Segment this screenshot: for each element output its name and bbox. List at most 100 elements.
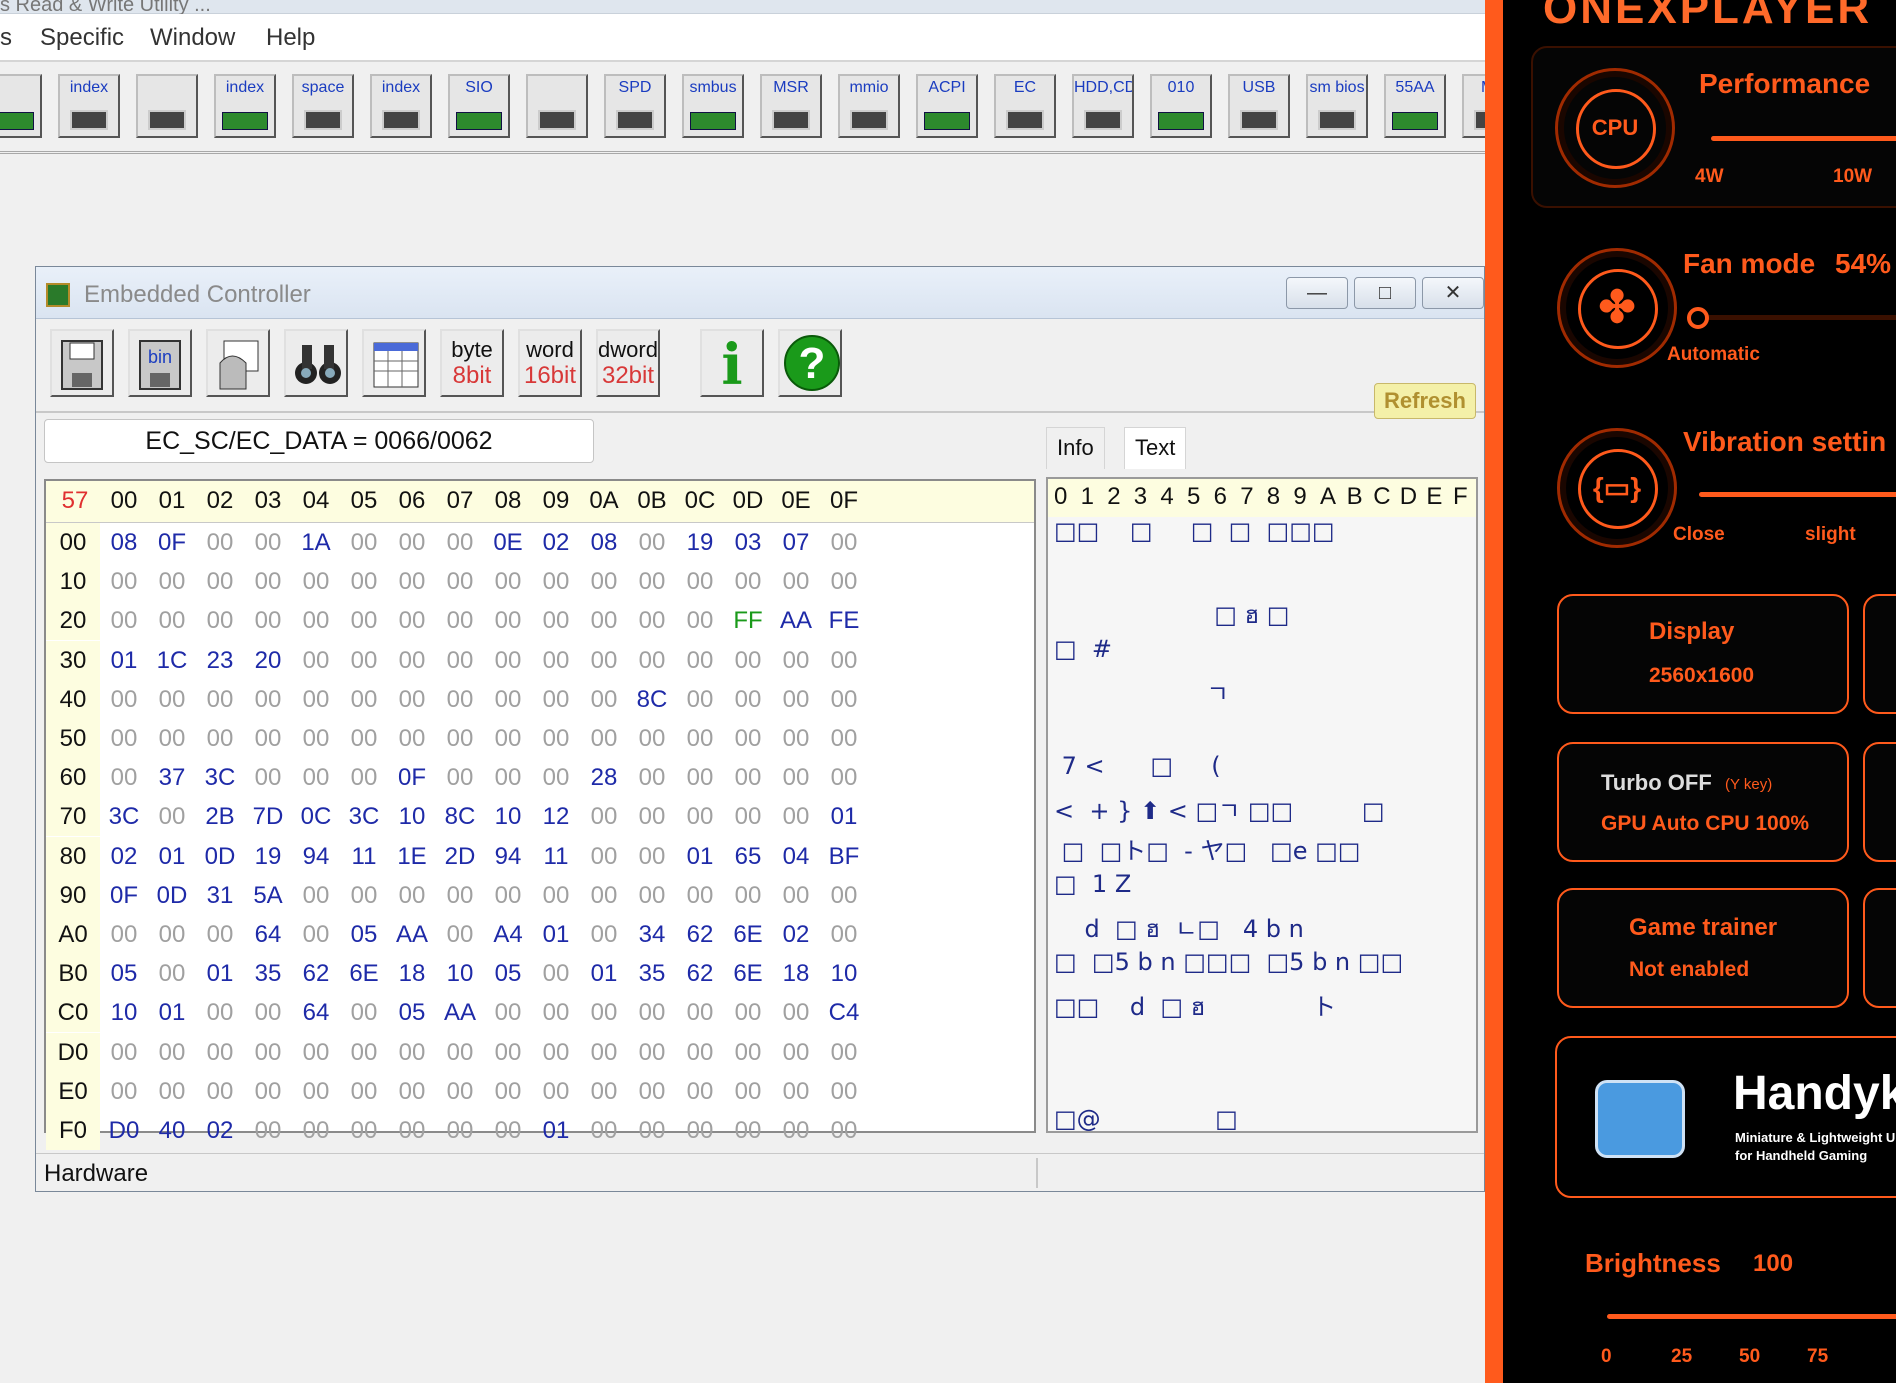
display-value: 2560x1600 — [1649, 664, 1755, 687]
word-label: word — [526, 337, 574, 362]
mp-icon[interactable]: MP — [1462, 74, 1485, 138]
hex-cell[interactable]: 00 — [815, 1072, 873, 1111]
hex-row-address: 60 — [46, 758, 100, 798]
mmio-icon[interactable]: mmio — [838, 74, 900, 138]
text-column-label: F — [1453, 483, 1468, 510]
hex-cell[interactable]: C4 — [815, 993, 873, 1032]
partial-card-2[interactable] — [1863, 742, 1896, 862]
55aa-icon[interactable]: 55AA — [1384, 74, 1446, 138]
menu-item-truncated[interactable]: s — [0, 20, 12, 56]
msr-icon[interactable]: MSR — [760, 74, 822, 138]
32bit-label: 32bit — [601, 362, 655, 389]
status-text: Hardware — [44, 1160, 149, 1187]
text-column-label: E — [1426, 483, 1443, 510]
help-icon[interactable]: ? — [778, 329, 842, 397]
text-column-label: 3 — [1133, 483, 1148, 510]
mp-label: MP — [1464, 79, 1485, 97]
hex-cell[interactable]: 00 — [815, 876, 873, 915]
smbus-label: smbus — [689, 79, 737, 96]
refresh-button[interactable]: Refresh — [1374, 383, 1476, 419]
hex-column-label: 0F — [829, 487, 858, 514]
hex-row-address: 10 — [46, 562, 100, 602]
hex-cell[interactable]: BF — [815, 837, 873, 876]
dword-32bit-button[interactable]: dword 32bit — [596, 329, 660, 397]
hex-cell[interactable]: 00 — [815, 719, 873, 758]
hex-cell[interactable]: 00 — [815, 641, 873, 680]
text-view-line: □ ฮ □ — [1054, 601, 1290, 630]
acpi-icon[interactable]: ACPI — [916, 74, 978, 138]
hex-cell[interactable]: 01 — [815, 797, 873, 836]
spd-icon[interactable]: SPD — [604, 74, 666, 138]
16bit-label: 16bit — [523, 362, 577, 389]
menu-item-specific[interactable]: Specific — [40, 20, 124, 56]
partial-card-3[interactable]: P L — [1863, 888, 1896, 1008]
hex-cell[interactable]: 00 — [815, 1033, 873, 1072]
menu-item-help[interactable]: Help — [266, 20, 315, 56]
hex-row-address: 30 — [46, 640, 100, 680]
memory-index-icon[interactable]: index — [214, 74, 276, 138]
partial-card-1[interactable] — [1863, 594, 1896, 714]
hex-row-address: 70 — [46, 797, 100, 837]
table-view-icon[interactable] — [362, 329, 426, 397]
hex-cell[interactable]: 00 — [815, 680, 873, 719]
brightness-slider[interactable] — [1607, 1314, 1896, 1319]
hex-cell[interactable]: 00 — [815, 523, 873, 562]
tab-text[interactable]: Text — [1124, 427, 1187, 469]
vibration-slider[interactable] — [1699, 492, 1896, 497]
text-view-line: ㄱ — [1054, 679, 1229, 708]
turbo-hint: (Y key) — [1725, 776, 1773, 793]
ec-hex-grid[interactable]: 57 00 01 02 03 04 05 06 07 08 09 0A 0B 0C 0D 0E 0F 00 08 0F… — [44, 479, 1036, 1150]
vibration-slight-label: slight — [1805, 524, 1856, 545]
find-binoculars-icon[interactable] — [284, 329, 348, 397]
hex-cell[interactable]: 00 — [815, 758, 873, 797]
hex-cell[interactable]: 00 — [815, 1111, 873, 1150]
usb-icon[interactable]: USB — [1228, 74, 1290, 138]
display-card[interactable]: Display 2560x1600 — [1557, 594, 1849, 714]
hex-cell[interactable]: FE — [815, 601, 873, 640]
text-column-label: 5 — [1187, 483, 1201, 510]
ec-window-icon — [46, 283, 70, 307]
minimize-button[interactable]: — — [1286, 277, 1348, 309]
app-titlebar: s Read & Write Utility ... — [0, 0, 1485, 16]
pci-icon[interactable] — [0, 74, 42, 138]
close-button[interactable]: ✕ — [1422, 277, 1484, 309]
hex-cell[interactable]: 10 — [815, 954, 873, 993]
menu-item-window[interactable]: Window — [150, 20, 235, 56]
io-index-icon[interactable]: index — [370, 74, 432, 138]
disk-010-icon[interactable]: 010 — [1150, 74, 1212, 138]
load-icon[interactable] — [206, 329, 270, 397]
game-trainer-title: Game trainer — [1629, 914, 1778, 941]
handyk-ad-banner[interactable]: Handyk Miniature & Lightweight U for Han… — [1555, 1036, 1896, 1198]
vibration-title: Vibration settin — [1683, 426, 1887, 457]
smbios-icon[interactable]: sm bios — [1306, 74, 1368, 138]
maximize-button[interactable]: □ — [1354, 277, 1416, 309]
tab-info[interactable]: Info — [1046, 427, 1105, 469]
memory-icon[interactable] — [136, 74, 198, 138]
hdd-cd-icon[interactable]: HDD,CD — [1072, 74, 1134, 138]
text-view-line: □ □5 b n □□□ □5 b n □□ — [1054, 948, 1404, 977]
text-view-pane: 0123456789ABCDEF □□ □ □ □ □□□ □ ฮ □ □ # ㄱ… — [1046, 477, 1478, 1133]
smbus-icon[interactable]: smbus — [682, 74, 744, 138]
word-16bit-button[interactable]: word 16bit — [518, 329, 582, 397]
fan-slider-track[interactable] — [1703, 315, 1896, 320]
turbo-card[interactable]: Turbo OFF (Y key) GPU Auto CPU 100% — [1557, 742, 1849, 862]
io-space-icon[interactable]: space — [292, 74, 354, 138]
smbios-label: sm bios — [1309, 79, 1365, 96]
ec-icon[interactable]: EC — [994, 74, 1056, 138]
fan-slider-knob[interactable] — [1687, 307, 1709, 329]
hex-cell[interactable]: 00 — [815, 915, 873, 954]
pci-index-icon[interactable]: index — [58, 74, 120, 138]
save-icon[interactable] — [50, 329, 114, 397]
performance-slider[interactable] — [1711, 136, 1896, 141]
hex-row-address: F0 — [46, 1111, 100, 1150]
byte-8bit-button[interactable]: byte 8bit — [440, 329, 504, 397]
oscilloscope-icon[interactable] — [526, 74, 588, 138]
game-trainer-card[interactable]: Game trainer Not enabled — [1557, 888, 1849, 1008]
hex-cell[interactable]: 00 — [815, 562, 873, 601]
save-bin-icon[interactable]: bin — [128, 329, 192, 397]
hex-row-address: 80 — [46, 836, 100, 876]
msr-label: MSR — [773, 79, 809, 96]
info-icon[interactable]: i — [700, 329, 764, 397]
sio-icon[interactable]: SIO — [448, 74, 510, 138]
performance-card[interactable]: CPU Performance 1 4W 10W — [1531, 46, 1896, 208]
